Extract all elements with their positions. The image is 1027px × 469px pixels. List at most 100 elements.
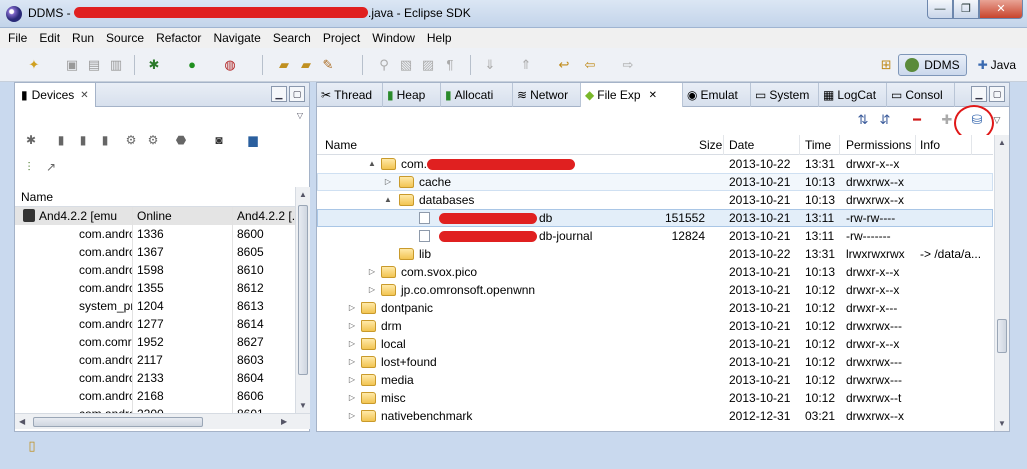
file-row-openwnn[interactable]: ▷ jp.co.omronsoft.openwnn 2013-10-21 10:… — [317, 281, 993, 299]
hierarchy-icon[interactable]: ⫶ — [21, 159, 37, 175]
save-all-icon[interactable]: ▤ — [86, 57, 102, 73]
maximize-button[interactable]: ❐ — [953, 0, 979, 19]
file-explorer-vertical-scrollbar[interactable]: ▲ ▼ — [994, 135, 1009, 431]
show-whitespace-icon[interactable]: ¶ — [442, 57, 458, 73]
print-icon[interactable]: ▥ — [108, 57, 124, 73]
annotation-icon[interactable]: ⚲ — [376, 57, 392, 73]
screen-capture-icon[interactable]: ◙ — [211, 132, 227, 148]
expand-toggle-icon[interactable]: ▷ — [347, 410, 357, 422]
tab-allocation-tracker[interactable]: ▮ Allocati — [441, 83, 513, 107]
minimize-button[interactable]: — — [927, 0, 953, 19]
process-row[interactable]: com.andro 1277 8614 — [15, 315, 295, 333]
column-size[interactable]: Size — [699, 138, 722, 152]
cause-gc-icon[interactable]: ▮ — [97, 132, 113, 148]
tab-devices[interactable]: ▮ Devices ✕ — [15, 83, 96, 107]
file-row-lib[interactable]: lib 2013-10-22 13:31 lrwxrwxrwx -> /data… — [317, 245, 993, 263]
column-name[interactable]: Name — [21, 190, 53, 204]
menu-window[interactable]: Window — [372, 31, 415, 45]
process-row[interactable]: com.andro 2117 8603 — [15, 351, 295, 369]
scroll-left-icon[interactable]: ◀ — [19, 417, 25, 426]
open-type-icon[interactable]: ▰ — [276, 57, 292, 73]
save-icon[interactable]: ▣ — [64, 57, 80, 73]
process-row[interactable]: com.andro 1355 8612 — [15, 279, 295, 297]
next-annotation-icon[interactable]: ⇓ — [482, 57, 498, 73]
stop-process-icon[interactable]: ⬣ — [173, 132, 189, 148]
process-row[interactable]: com.comr 1952 8627 — [15, 333, 295, 351]
scroll-right-icon[interactable]: ▶ — [281, 417, 287, 426]
menu-help[interactable]: Help — [427, 31, 452, 45]
scroll-thumb[interactable] — [33, 417, 203, 427]
pull-file-icon[interactable]: ⇅ — [855, 112, 871, 128]
minimize-view-button[interactable]: ▁ — [971, 86, 987, 102]
push-file-icon[interactable]: ⇵ — [877, 112, 893, 128]
file-row-svox[interactable]: ▷ com.svox.pico 2013-10-21 10:13 drwxr-x… — [317, 263, 993, 281]
minimize-view-button[interactable]: ▁ — [271, 86, 287, 102]
column-permissions[interactable]: Permissions — [846, 138, 911, 152]
tab-emulator-control[interactable]: ◉ Emulat — [683, 83, 751, 107]
debug-process-icon[interactable]: ✱ — [23, 132, 39, 148]
close-icon[interactable]: ✕ — [649, 90, 657, 101]
expand-toggle-icon[interactable]: ▷ — [347, 338, 357, 350]
column-date[interactable]: Date — [729, 138, 754, 152]
expand-toggle-icon[interactable]: ▷ — [347, 374, 357, 386]
delete-icon[interactable]: ━ — [909, 112, 925, 128]
debug-icon[interactable]: ✱ — [146, 57, 162, 73]
file-row-nativebenchmark[interactable]: ▷ nativebenchmark 2012-12-31 03:21 drwxr… — [317, 407, 993, 425]
file-row-db-journal[interactable]: db-journal 12824 2013-10-21 13:11 -rw---… — [317, 227, 993, 245]
devices-horizontal-scrollbar[interactable]: ◀ ▶ — [15, 413, 310, 429]
menu-search[interactable]: Search — [273, 31, 311, 45]
last-edit-icon[interactable]: ↩ — [556, 57, 572, 73]
expand-toggle-icon[interactable]: ▲ — [383, 194, 393, 206]
block-selection-icon[interactable]: ▨ — [420, 57, 436, 73]
process-row[interactable]: com.andro 1367 8605 — [15, 243, 295, 261]
expand-toggle-icon[interactable]: ▷ — [347, 302, 357, 314]
fast-view-icon[interactable]: ▯ — [24, 438, 40, 454]
process-row[interactable]: com.andro 2168 8606 — [15, 387, 295, 405]
start-method-profiling-icon[interactable]: ⚙ — [145, 132, 161, 148]
column-time[interactable]: Time — [805, 138, 831, 152]
file-row-package[interactable]: ▲ com. 2013-10-22 13:31 drwxr-x--x — [317, 155, 993, 173]
file-row-local[interactable]: ▷ local 2013-10-21 10:12 drwxr-x--x — [317, 335, 993, 353]
process-row[interactable]: com.andro 1598 8610 — [15, 261, 295, 279]
scroll-down-icon[interactable]: ▼ — [998, 419, 1006, 428]
dump-view-icon[interactable]: ↗ — [43, 159, 59, 175]
dump-hprof-icon[interactable]: ▮ — [75, 132, 91, 148]
menu-project[interactable]: Project — [323, 31, 360, 45]
prev-annotation-icon[interactable]: ⇑ — [518, 57, 534, 73]
scroll-up-icon[interactable]: ▲ — [299, 190, 307, 199]
file-row-drm[interactable]: ▷ drm 2013-10-21 10:12 drwxrwx--- — [317, 317, 993, 335]
maximize-view-button[interactable]: ▢ — [989, 86, 1005, 102]
toggle-mark-icon[interactable]: ▧ — [398, 57, 414, 73]
update-threads-icon[interactable]: ⚙ — [123, 132, 139, 148]
file-row-media[interactable]: ▷ media 2013-10-21 10:12 drwxrwx--- — [317, 371, 993, 389]
systrace-icon[interactable]: ▆ — [245, 132, 261, 148]
scroll-down-icon[interactable]: ▼ — [299, 401, 307, 410]
run-icon[interactable]: ● — [184, 57, 200, 73]
forward-icon[interactable]: ⇨ — [620, 57, 636, 73]
menu-refactor[interactable]: Refactor — [156, 31, 201, 45]
menu-file[interactable]: File — [8, 31, 27, 45]
process-row[interactable]: com.andro 2133 8604 — [15, 369, 295, 387]
menu-run[interactable]: Run — [72, 31, 94, 45]
update-heap-icon[interactable]: ▮ — [53, 132, 69, 148]
tab-file-explorer[interactable]: ◆ File Exp ✕ — [581, 83, 683, 107]
open-folder-icon[interactable]: ▰ — [298, 57, 314, 73]
expand-toggle-icon[interactable]: ▷ — [347, 356, 357, 368]
menu-edit[interactable]: Edit — [39, 31, 60, 45]
tab-console[interactable]: ▭ Consol — [887, 83, 955, 107]
view-menu-icon[interactable]: ▽ — [297, 111, 303, 120]
close-icon[interactable]: ✕ — [80, 90, 88, 101]
scroll-thumb[interactable] — [997, 319, 1007, 353]
device-row[interactable]: And4.2.2 [emu Online And4.2.2 [... — [15, 207, 295, 225]
menu-source[interactable]: Source — [106, 31, 144, 45]
column-name[interactable]: Name — [325, 138, 357, 152]
expand-toggle-icon[interactable]: ▷ — [367, 284, 377, 296]
open-perspective-icon[interactable]: ⊞ — [878, 57, 894, 73]
file-row-databases[interactable]: ▲ databases 2013-10-21 10:13 drwxrwx--x — [317, 191, 993, 209]
file-row-lost-found[interactable]: ▷ lost+found 2013-10-21 10:12 drwxrwx--- — [317, 353, 993, 371]
search-tool-icon[interactable]: ✎ — [320, 57, 336, 73]
perspective-java[interactable]: ✚ Java — [971, 54, 1023, 76]
new-folder-icon[interactable]: ✚ — [939, 112, 955, 128]
process-row[interactable]: system_pr 1204 8613 — [15, 297, 295, 315]
perspective-ddms[interactable]: DDMS — [898, 54, 967, 76]
